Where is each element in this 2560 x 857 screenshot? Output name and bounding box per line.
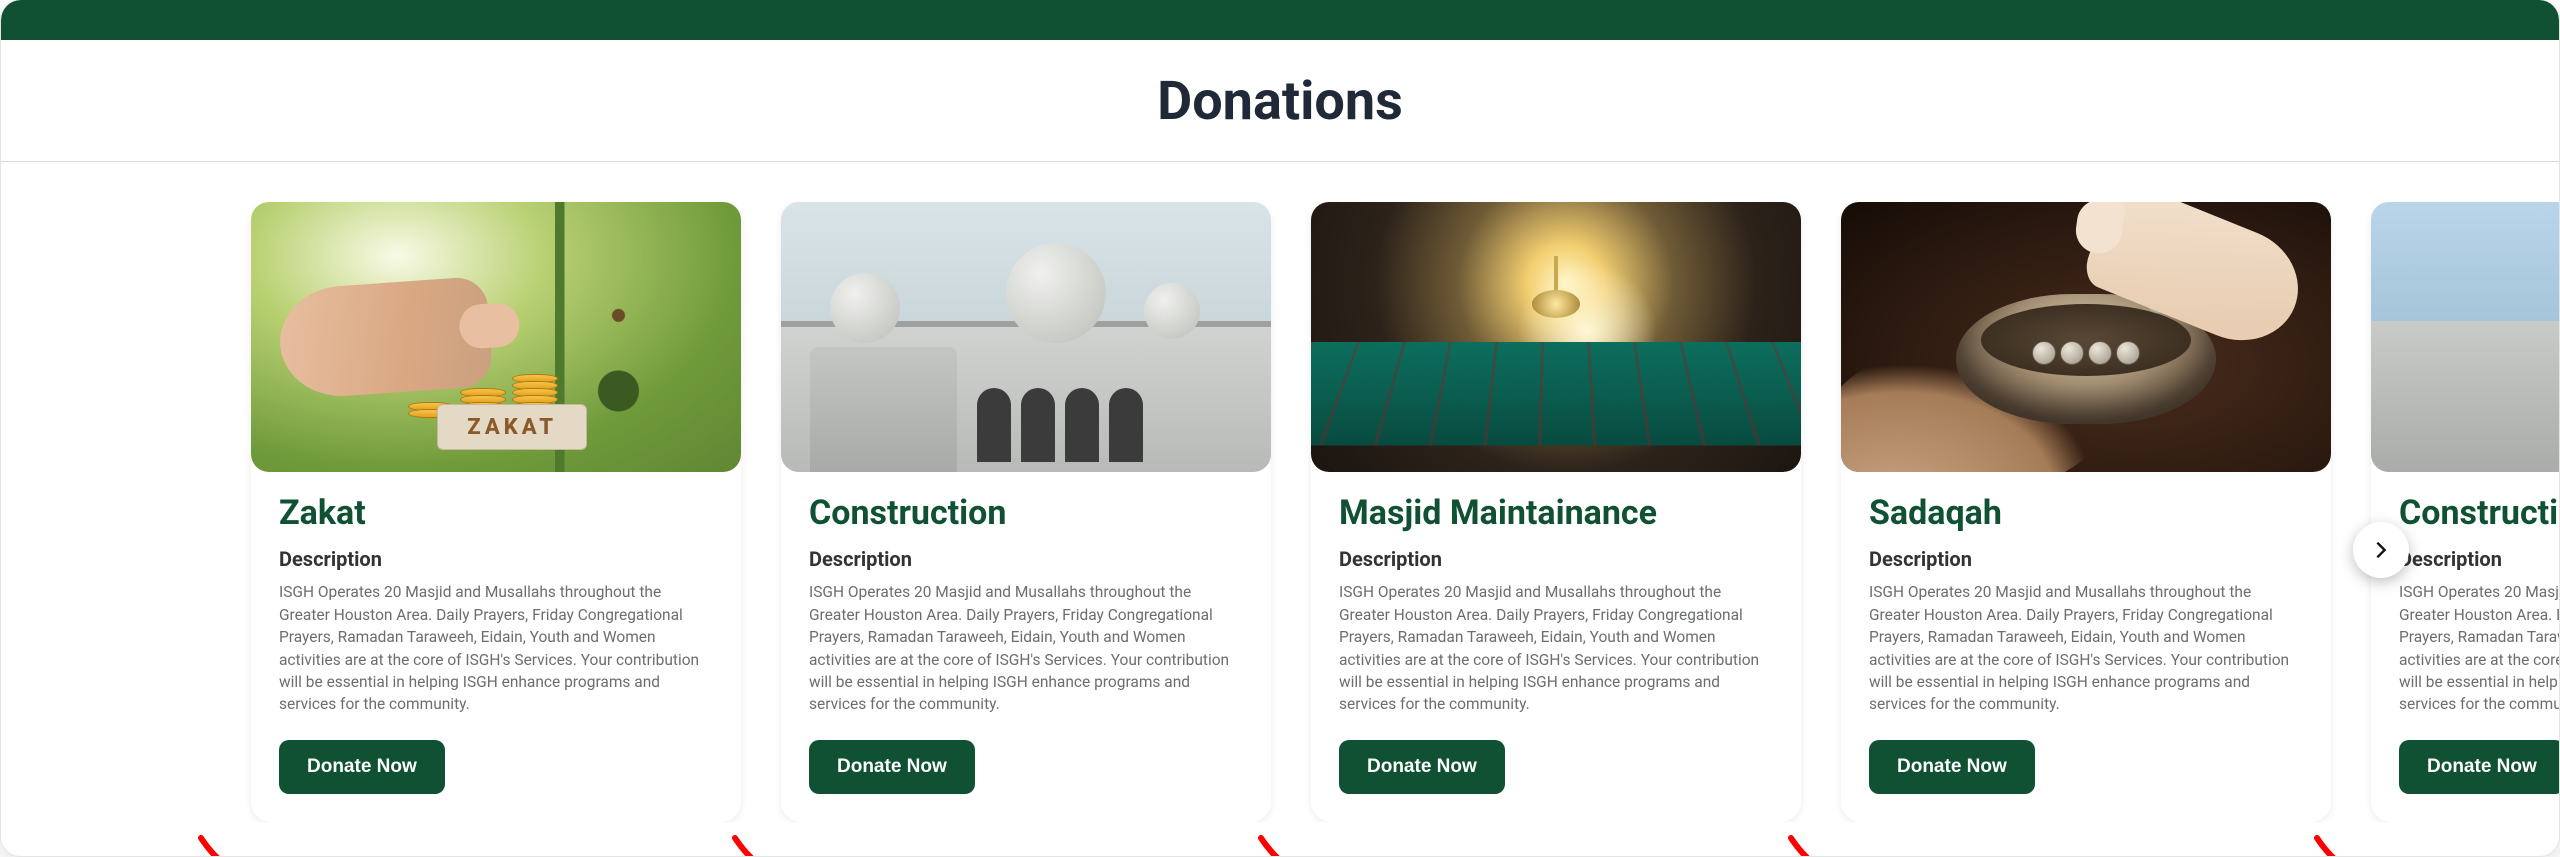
description-label: Description: [279, 547, 713, 571]
annotation-arrow-icon: [2313, 832, 2383, 857]
card-body: Construction Description ISGH Operates 2…: [2371, 472, 2559, 794]
description-label: Description: [809, 547, 1243, 571]
chandelier-graphic: [1554, 256, 1558, 296]
page-title: Donations: [1, 40, 2559, 162]
card-title: Construction: [809, 494, 1243, 533]
card-body: Sadaqah Description ISGH Operates 20 Mas…: [1841, 472, 2331, 794]
description-text: ISGH Operates 20 Masjid and Musallahs th…: [279, 581, 713, 716]
zakat-block-label: ZAKAT: [437, 404, 587, 450]
card-body: Construction Description ISGH Operates 2…: [781, 472, 1271, 794]
carousel-next-button[interactable]: [2353, 522, 2409, 578]
card-image-sadaqah: [1841, 202, 2331, 472]
donation-card: Construction Description ISGH Operates 2…: [2371, 202, 2559, 822]
card-image-zakat: ZAKAT: [251, 202, 741, 472]
card-body: Zakat Description ISGH Operates 20 Masji…: [251, 472, 741, 794]
donations-carousel: ZAKAT Zakat Description ISGH Operates 20…: [1, 162, 2559, 822]
card-title: Construction: [2399, 494, 2559, 533]
donate-now-button[interactable]: Donate Now: [279, 740, 445, 794]
building-graphic: [781, 321, 1271, 472]
donation-card: Masjid Maintainance Description ISGH Ope…: [1311, 202, 1801, 822]
annotation-arrow-icon: [731, 832, 801, 857]
card-image-construction: [2371, 202, 2559, 472]
card-title: Masjid Maintainance: [1339, 494, 1773, 533]
annotation-arrow-icon: [197, 832, 267, 857]
donate-now-button[interactable]: Donate Now: [809, 740, 975, 794]
card-image-construction: [781, 202, 1271, 472]
description-label: Description: [2399, 547, 2559, 571]
description-label: Description: [1869, 547, 2303, 571]
description-label: Description: [1339, 547, 1773, 571]
description-text: ISGH Operates 20 Masjid and Musallahs th…: [1339, 581, 1773, 716]
donate-now-button[interactable]: Donate Now: [1339, 740, 1505, 794]
annotation-arrow-icon: [1787, 832, 1857, 857]
bowl-coins: [2032, 341, 2140, 365]
description-text: ISGH Operates 20 Masjid and Musallahs th…: [2399, 581, 2559, 716]
donate-now-button[interactable]: Donate Now: [2399, 740, 2559, 794]
card-image-masjid-interior: [1311, 202, 1801, 472]
carpet-graphic: [1311, 342, 1801, 445]
description-text: ISGH Operates 20 Masjid and Musallahs th…: [809, 581, 1243, 716]
page-frame: Donations ZAKAT Zakat: [0, 0, 2560, 857]
chevron-right-icon: [2370, 539, 2392, 561]
donation-card: ZAKAT Zakat Description ISGH Operates 20…: [251, 202, 741, 822]
building-graphic: [2371, 321, 2559, 472]
annotation-arrow-icon: [1257, 832, 1327, 857]
page-content: Donations ZAKAT Zakat: [1, 40, 2559, 852]
brand-top-bar: [1, 0, 2559, 40]
donate-now-button[interactable]: Donate Now: [1869, 740, 2035, 794]
card-body: Masjid Maintainance Description ISGH Ope…: [1311, 472, 1801, 794]
description-text: ISGH Operates 20 Masjid and Musallahs th…: [1869, 581, 2303, 716]
carousel-track[interactable]: ZAKAT Zakat Description ISGH Operates 20…: [1, 202, 2559, 822]
donation-card: Sadaqah Description ISGH Operates 20 Mas…: [1841, 202, 2331, 822]
donation-card: Construction Description ISGH Operates 2…: [781, 202, 1271, 822]
card-title: Sadaqah: [1869, 494, 2303, 533]
card-title: Zakat: [279, 494, 713, 533]
